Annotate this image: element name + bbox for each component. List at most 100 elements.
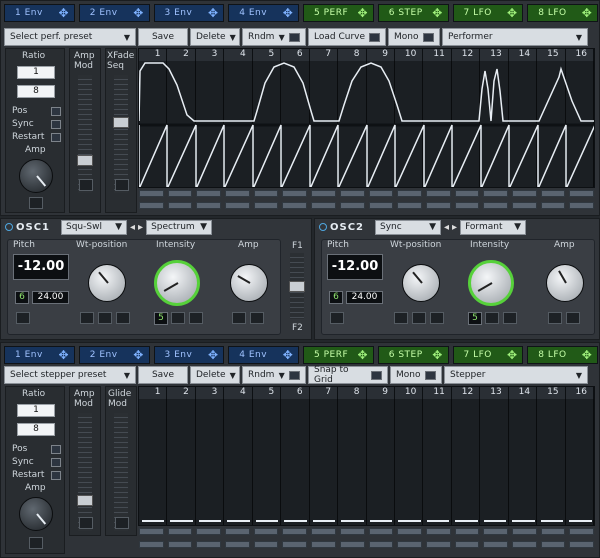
drag-icon[interactable]: ✥ bbox=[57, 348, 71, 362]
intensity-knob[interactable] bbox=[468, 260, 514, 306]
sync-checkbox[interactable] bbox=[51, 120, 61, 129]
tab-1-env[interactable]: 1 Env ✥ bbox=[4, 346, 75, 364]
fader-thumb[interactable] bbox=[289, 281, 305, 292]
perf-mode-select[interactable]: Performer ▼ bbox=[442, 28, 588, 46]
intensity-knob[interactable] bbox=[154, 260, 200, 306]
amp-mod-slot[interactable] bbox=[29, 537, 43, 549]
ratio-denominator[interactable]: 8 bbox=[17, 85, 55, 98]
wt-position-knob[interactable] bbox=[88, 264, 126, 302]
stepper-grid[interactable]: 1 2 3 4 5 6 7 8 9 10 11 12 13 14 15 16 bbox=[138, 386, 595, 526]
tab-3-env[interactable]: 3 Env ✥ bbox=[153, 346, 225, 364]
fader-thumb[interactable] bbox=[77, 155, 93, 166]
arrow-left-icon[interactable]: ◂ bbox=[444, 222, 449, 233]
perf-step-buttons[interactable] bbox=[139, 190, 594, 197]
intensity-mod-value[interactable]: 5 bbox=[154, 312, 168, 325]
amp-mod-slot[interactable] bbox=[232, 312, 246, 324]
drag-icon[interactable]: ✥ bbox=[57, 6, 71, 20]
semitone-field[interactable]: 6 bbox=[329, 291, 343, 304]
amp-mod-slot[interactable] bbox=[250, 312, 264, 324]
tab-8-lfo[interactable]: 8 LFO ✥ bbox=[527, 4, 598, 22]
wt-mod-slot[interactable] bbox=[80, 312, 94, 324]
amp-mod-slot[interactable] bbox=[566, 312, 580, 324]
amp-mod-slot[interactable] bbox=[79, 517, 93, 529]
tab-7-lfo[interactable]: 7 LFO ✥ bbox=[452, 346, 524, 364]
tab-6-step[interactable]: 6 STEP ✥ bbox=[377, 346, 449, 364]
semitone-field[interactable]: 6 bbox=[15, 291, 29, 304]
pos-checkbox[interactable] bbox=[51, 107, 61, 116]
rndm-button[interactable]: Rndm ▼ bbox=[242, 28, 306, 46]
intensity-mod-value[interactable]: 5 bbox=[468, 312, 482, 325]
osc1-wave-select[interactable]: Squ-Swl ▼ bbox=[61, 219, 127, 235]
glide-mod-fader[interactable] bbox=[114, 413, 128, 531]
stepper-preset-select[interactable]: Select stepper preset ▼ bbox=[4, 366, 136, 384]
xfade-mod-slot[interactable] bbox=[115, 179, 129, 191]
pitch-display[interactable]: -12.00 bbox=[327, 254, 383, 280]
osc2-mode-select[interactable]: Formant ▼ bbox=[460, 219, 527, 235]
perf-preset-select[interactable]: Select perf. preset ▼ bbox=[4, 28, 136, 46]
wt-mod-slot[interactable] bbox=[430, 312, 444, 324]
osc1-mode-select[interactable]: Spectrum ▼ bbox=[146, 219, 213, 235]
pitch-mod-slot[interactable] bbox=[16, 312, 30, 324]
load-curve-button[interactable]: Load Curve bbox=[308, 28, 386, 46]
tab-5-perf[interactable]: 5 PERF ✥ bbox=[303, 346, 374, 364]
amp-mod-slot[interactable] bbox=[29, 197, 43, 209]
load-curve-checkbox[interactable] bbox=[369, 32, 380, 42]
mono-toggle[interactable]: Mono bbox=[388, 28, 440, 46]
arrow-left-icon[interactable]: ◂ bbox=[130, 222, 135, 233]
save-button[interactable]: Save bbox=[138, 28, 188, 46]
drag-icon[interactable]: ✥ bbox=[281, 348, 295, 362]
snap-to-grid-toggle[interactable]: Snap to Grid bbox=[308, 365, 388, 385]
pitch-mod-slot[interactable] bbox=[330, 312, 344, 324]
drag-icon[interactable]: ✥ bbox=[132, 6, 146, 20]
osc2-power-icon[interactable] bbox=[319, 223, 327, 231]
mono-checkbox[interactable] bbox=[425, 370, 436, 380]
intensity-mod-slot[interactable] bbox=[485, 312, 499, 324]
tab-3-env[interactable]: 3 Env ✥ bbox=[153, 4, 225, 22]
restart-checkbox[interactable] bbox=[51, 133, 61, 142]
drag-icon[interactable]: ✥ bbox=[132, 348, 146, 362]
tab-4-env[interactable]: 4 Env ✥ bbox=[228, 346, 299, 364]
pitch-display[interactable]: -12.00 bbox=[13, 254, 69, 280]
amp-knob[interactable] bbox=[19, 497, 53, 531]
wt-position-knob[interactable] bbox=[402, 264, 440, 302]
glide-mod-slot[interactable] bbox=[115, 517, 129, 529]
xfade-fader[interactable] bbox=[113, 75, 129, 193]
delete-button[interactable]: Delete ▼ bbox=[190, 366, 240, 384]
drag-icon[interactable]: ✥ bbox=[580, 348, 594, 362]
pos-checkbox[interactable] bbox=[51, 445, 61, 454]
tab-4-env[interactable]: 4 Env ✥ bbox=[228, 4, 299, 22]
mono-toggle[interactable]: Mono bbox=[390, 366, 442, 384]
tab-2-env[interactable]: 2 Env ✥ bbox=[78, 346, 150, 364]
snap-checkbox[interactable] bbox=[371, 370, 382, 380]
mono-checkbox[interactable] bbox=[423, 32, 434, 42]
intensity-mod-slot[interactable] bbox=[189, 312, 203, 324]
stepper-step-buttons-2[interactable] bbox=[139, 541, 594, 548]
wt-mod-slot[interactable] bbox=[394, 312, 408, 324]
osc-crossfade-fader[interactable] bbox=[289, 253, 305, 319]
tab-1-env[interactable]: 1 Env ✥ bbox=[4, 4, 75, 22]
arrow-right-icon[interactable]: ▸ bbox=[452, 222, 457, 233]
drag-icon[interactable]: ✥ bbox=[580, 6, 594, 20]
ratio-numerator[interactable]: 1 bbox=[17, 66, 55, 79]
osc1-power-icon[interactable] bbox=[5, 223, 13, 231]
fader-thumb[interactable] bbox=[77, 495, 93, 506]
drag-icon[interactable]: ✥ bbox=[505, 6, 519, 20]
amp-mod-fader[interactable] bbox=[77, 75, 93, 193]
drag-icon[interactable]: ✥ bbox=[206, 348, 220, 362]
save-button[interactable]: Save bbox=[138, 366, 188, 384]
drag-icon[interactable]: ✥ bbox=[356, 6, 370, 20]
sync-checkbox[interactable] bbox=[51, 458, 61, 467]
amp-mod-fader[interactable] bbox=[77, 413, 93, 531]
tab-6-step[interactable]: 6 STEP ✥ bbox=[377, 4, 449, 22]
rndm-button[interactable]: Rndm ▼ bbox=[242, 366, 306, 384]
rndm-checkbox[interactable] bbox=[289, 370, 300, 380]
cents-field[interactable]: 24.00 bbox=[32, 291, 69, 304]
drag-icon[interactable]: ✥ bbox=[431, 6, 445, 20]
tab-7-lfo[interactable]: 7 LFO ✥ bbox=[452, 4, 524, 22]
drag-icon[interactable]: ✥ bbox=[356, 348, 370, 362]
amp-mod-slot[interactable] bbox=[79, 179, 93, 191]
drag-icon[interactable]: ✥ bbox=[281, 6, 295, 20]
drag-icon[interactable]: ✥ bbox=[431, 348, 445, 362]
amp-mod-slot[interactable] bbox=[548, 312, 562, 324]
wt-mod-slot[interactable] bbox=[98, 312, 112, 324]
